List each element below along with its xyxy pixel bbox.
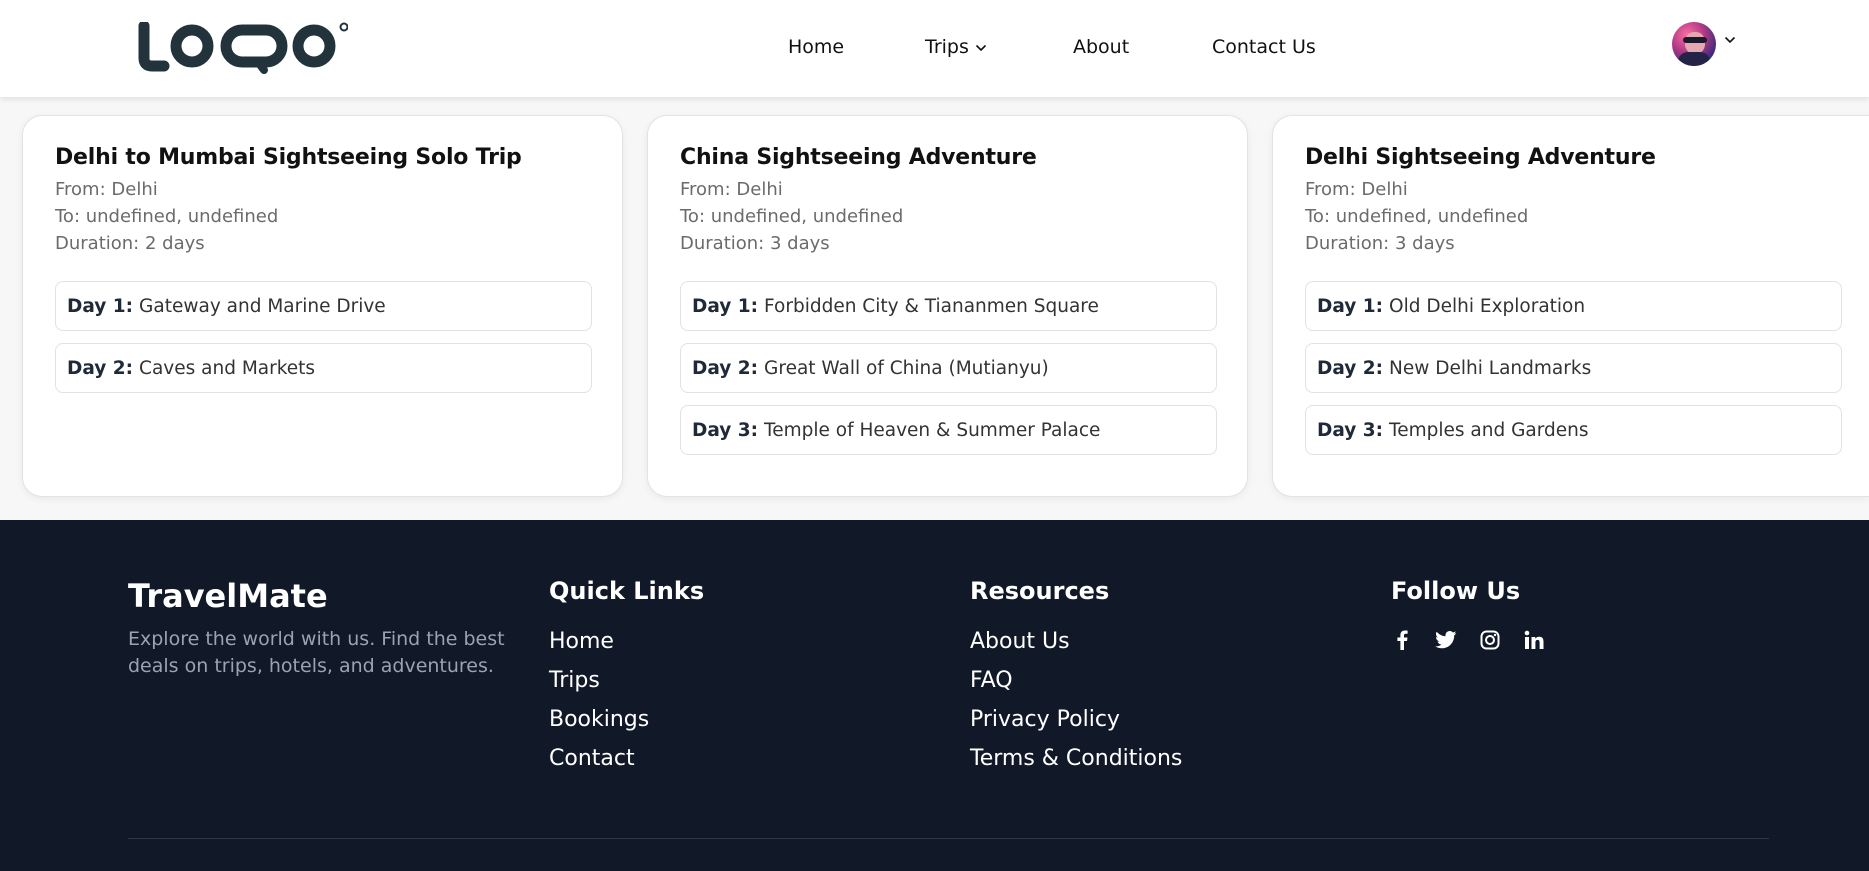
chevron-down-icon (1724, 36, 1736, 44)
quick-links-title: Quick Links (549, 577, 705, 605)
footer-link-about-us[interactable]: About Us (970, 629, 1182, 654)
day-text: Temple of Heaven & Summer Palace (764, 419, 1101, 441)
trip-duration: Duration: 3 days (680, 233, 830, 254)
twitter-icon[interactable] (1435, 629, 1457, 651)
trip-card[interactable]: China Sightseeing Adventure From: Delhi … (647, 115, 1248, 497)
itinerary-day: Day 3: Temples and Gardens (1305, 405, 1842, 455)
day-text: Temples and Gardens (1389, 419, 1589, 441)
facebook-icon[interactable] (1391, 629, 1413, 651)
day-text: New Delhi Landmarks (1389, 357, 1592, 379)
trip-to: To: undefined, undefined (680, 206, 904, 227)
instagram-icon[interactable] (1479, 629, 1501, 651)
follow-us-column: Follow Us (1391, 577, 1567, 651)
itinerary-list: Day 1: Gateway and Marine Drive Day 2: Cav… (55, 281, 592, 393)
itinerary-day: Day 2: Great Wall of China (Mutianyu) (680, 343, 1217, 393)
day-number: Day 1: (692, 295, 759, 317)
day-text: Old Delhi Exploration (1389, 295, 1586, 317)
trip-title: China Sightseeing Adventure (680, 145, 1037, 170)
trip-title: Delhi Sightseeing Adventure (1305, 145, 1656, 170)
footer-brand: TravelMate (128, 577, 328, 615)
site-footer: TravelMate Explore the world with us. Fi… (0, 520, 1869, 871)
trip-duration: Duration: 3 days (1305, 233, 1455, 254)
trip-from: From: Delhi (1305, 179, 1408, 200)
trip-card[interactable]: Delhi to Mumbai Sightseeing Solo Trip Fr… (22, 115, 623, 497)
site-header: Home Trips About Contact Us (0, 0, 1869, 97)
trip-duration: Duration: 2 days (55, 233, 205, 254)
itinerary-list: Day 1: Old Delhi Exploration Day 2: New De… (1305, 281, 1842, 455)
trip-to: To: undefined, undefined (1305, 206, 1529, 227)
itinerary-day: Day 1: Gateway and Marine Drive (55, 281, 592, 331)
main-nav: Home Trips About Contact Us (0, 36, 1869, 62)
footer-divider (128, 838, 1769, 839)
nav-trips-label: Trips (925, 36, 969, 58)
trip-to: To: undefined, undefined (55, 206, 279, 227)
footer-link-bookings[interactable]: Bookings (549, 707, 704, 732)
itinerary-day: Day 1: Forbidden City & Tiananmen Square (680, 281, 1217, 331)
follow-us-title: Follow Us (1391, 577, 1521, 605)
footer-link-privacy[interactable]: Privacy Policy (970, 707, 1182, 732)
day-number: Day 2: (1317, 357, 1384, 379)
itinerary-day: Day 1: Old Delhi Exploration (1305, 281, 1842, 331)
day-text: Caves and Markets (139, 357, 316, 379)
day-text: Gateway and Marine Drive (139, 295, 386, 317)
itinerary-day: Day 3: Temple of Heaven & Summer Palace (680, 405, 1217, 455)
itinerary-day: Day 2: Caves and Markets (55, 343, 592, 393)
footer-tagline: Explore the world with us. Find the best… (128, 628, 505, 677)
day-number: Day 2: (67, 357, 134, 379)
footer-link-terms[interactable]: Terms & Conditions (970, 746, 1182, 771)
trip-title: Delhi to Mumbai Sightseeing Solo Trip (55, 145, 522, 170)
resources-column: Resources About Us FAQ Privacy Policy Te… (970, 577, 1182, 785)
nav-trips[interactable]: Trips (925, 36, 987, 58)
quick-links-column: Quick Links Home Trips Bookings Contact (549, 577, 704, 785)
user-menu[interactable] (1672, 22, 1738, 66)
footer-link-contact[interactable]: Contact (549, 746, 704, 771)
footer-link-trips[interactable]: Trips (549, 668, 704, 693)
day-number: Day 3: (692, 419, 759, 441)
trip-card[interactable]: Delhi Sightseeing Adventure From: Delhi … (1272, 115, 1869, 497)
nav-contact[interactable]: Contact Us (1212, 36, 1316, 58)
chevron-down-icon (975, 44, 986, 51)
trip-from: From: Delhi (55, 179, 158, 200)
itinerary-day: Day 2: New Delhi Landmarks (1305, 343, 1842, 393)
footer-link-faq[interactable]: FAQ (970, 668, 1182, 693)
footer-link-home[interactable]: Home (549, 629, 704, 654)
day-number: Day 3: (1317, 419, 1384, 441)
day-number: Day 2: (692, 357, 759, 379)
nav-home[interactable]: Home (788, 36, 844, 58)
resources-title: Resources (970, 577, 1110, 605)
nav-about[interactable]: About (1073, 36, 1129, 58)
avatar[interactable] (1672, 22, 1716, 66)
trip-from: From: Delhi (680, 179, 783, 200)
day-text: Great Wall of China (Mutianyu) (764, 357, 1049, 379)
day-number: Day 1: (1317, 295, 1384, 317)
itinerary-list: Day 1: Forbidden City & Tiananmen Square … (680, 281, 1217, 455)
linkedin-icon[interactable] (1523, 629, 1545, 651)
day-text: Forbidden City & Tiananmen Square (764, 295, 1099, 317)
trip-cards: Delhi to Mumbai Sightseeing Solo Trip Fr… (0, 115, 1869, 497)
day-number: Day 1: (67, 295, 134, 317)
